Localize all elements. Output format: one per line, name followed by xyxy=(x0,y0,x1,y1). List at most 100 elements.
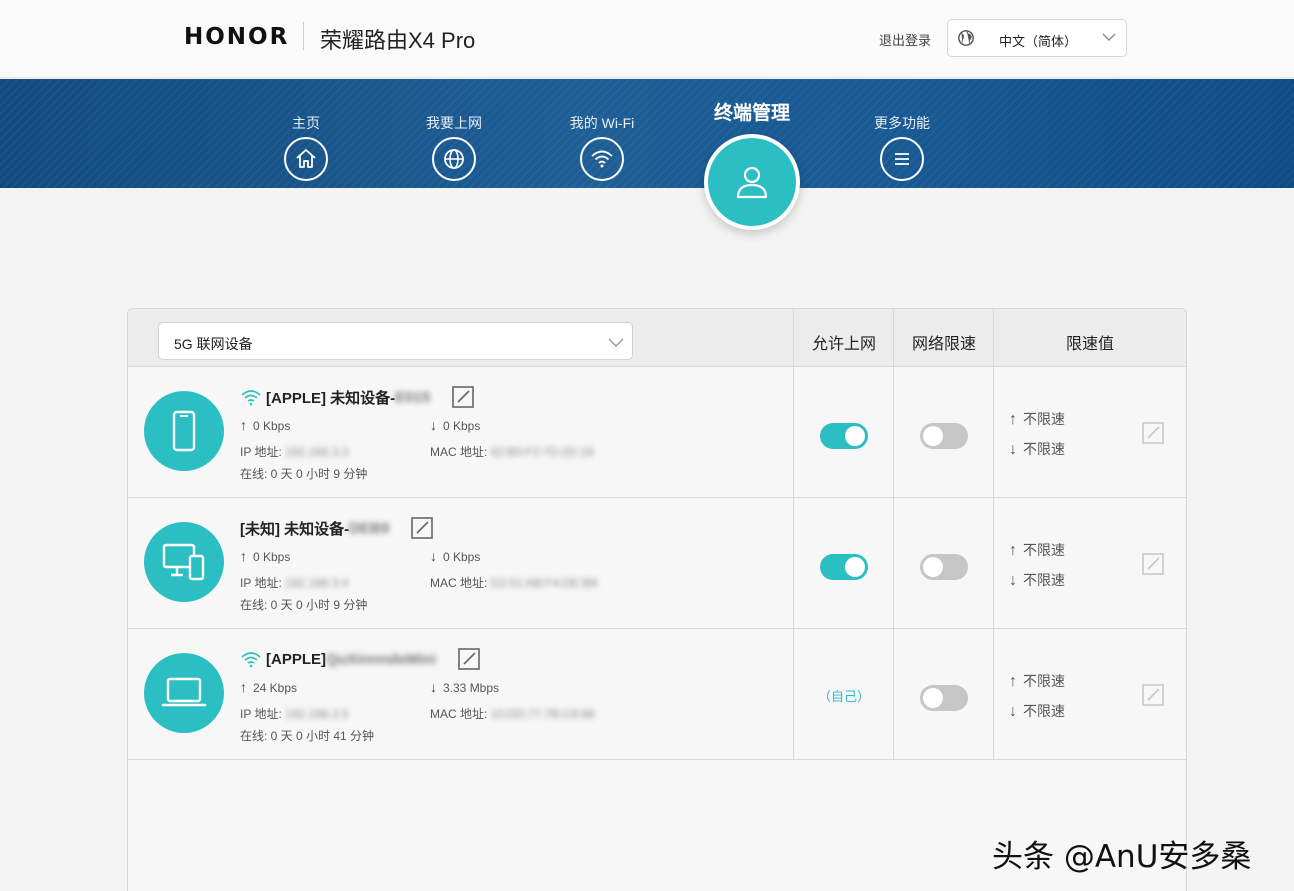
download-rate-value: 0 Kbps xyxy=(443,419,481,433)
wifi-icon xyxy=(241,390,261,406)
download-rate-value: 0 Kbps xyxy=(443,550,481,564)
phone-icon xyxy=(172,410,196,452)
mac-value: D2:51:AB:F4:DE:B9 xyxy=(490,576,598,590)
upload-rate: ↑ 0 Kbps xyxy=(240,417,290,433)
arrow-down-icon: ↓ xyxy=(430,417,437,433)
nav-home-label: 主页 xyxy=(292,115,320,131)
toggle-knob xyxy=(923,557,943,577)
ip-value: 192.168.3.5 xyxy=(285,707,349,721)
arrow-down-icon: ↓ xyxy=(1009,441,1017,458)
allow-internet-toggle[interactable] xyxy=(820,554,868,580)
toggle-knob xyxy=(923,688,943,708)
arrow-up-icon: ↑ xyxy=(240,548,247,564)
mac-address: MAC 地址: 62:B0:F2:7D:2D:19 xyxy=(430,443,593,460)
wifi-icon xyxy=(580,137,624,181)
toggle-knob xyxy=(845,557,865,577)
nav-wifi-label: 我的 Wi-Fi xyxy=(569,115,635,131)
device-name: [APPLE] 未知设备- E015 xyxy=(240,386,475,408)
download-rate: ↓ 3.33 Mbps xyxy=(430,679,499,695)
device-name-text: [未知] 未知设备- xyxy=(240,520,350,538)
device-name: [APPLE] QuXinnndeMini xyxy=(240,648,480,670)
arrow-down-icon: ↓ xyxy=(1009,703,1017,720)
upload-limit: ↑ 不限速 xyxy=(1009,409,1065,429)
device-name-text: [APPLE] xyxy=(266,650,326,668)
mac-label: MAC 地址: xyxy=(430,576,488,590)
nav-wifi[interactable]: 我的 Wi-Fi xyxy=(547,113,657,181)
speed-limit-toggle[interactable] xyxy=(920,423,968,449)
device-avatar xyxy=(144,653,224,733)
speed-limit-toggle[interactable] xyxy=(920,554,968,580)
device-name-text: [APPLE] 未知设备- xyxy=(266,389,396,407)
arrow-up-icon: ↑ xyxy=(240,417,247,433)
device-avatar xyxy=(144,391,224,471)
mac-label: MAC 地址: xyxy=(430,445,488,459)
table-row: [APPLE] 未知设备- E015 ↑ 0 Kbps ↓ 0 Kbps IP 地址:… xyxy=(128,367,1186,498)
mac-value: 10:DD:77:7B:C8:88 xyxy=(490,707,595,721)
nav-devices-label: 终端管理 xyxy=(713,103,790,124)
online-time: 在线: 0 天 0 小时 41 分钟 xyxy=(240,729,375,743)
logout-link[interactable]: 退出登录 xyxy=(879,30,931,49)
table-row: [APPLE] QuXinnndeMini ↑ 24 Kbps ↓ 3.33 Mbp… xyxy=(128,629,1186,760)
upload-limit-value: 不限速 xyxy=(1023,542,1065,558)
arrow-up-icon: ↑ xyxy=(1009,411,1017,428)
upload-limit: ↑ 不限速 xyxy=(1009,671,1065,691)
nav-band: 主页 我要上网 我的 Wi-Fi 更多功能 xyxy=(0,79,1294,188)
arrow-down-icon: ↓ xyxy=(1009,572,1017,589)
toggle-knob xyxy=(923,426,943,446)
device-name-suffix: DEB9 xyxy=(349,519,390,537)
upload-rate-value: 0 Kbps xyxy=(253,550,291,564)
ip-address: IP 地址: 192.168.3.3 xyxy=(240,443,349,460)
upload-limit-value: 不限速 xyxy=(1023,673,1065,689)
ip-label: IP 地址: xyxy=(240,707,282,721)
device-panel: 5G 联网设备 允许上网 网络限速 限速值 [APPLE] 未知设备- E015 … xyxy=(127,308,1187,891)
download-rate: ↓ 0 Kbps xyxy=(430,417,480,433)
home-icon xyxy=(284,137,328,181)
download-limit: ↓ 不限速 xyxy=(1009,439,1065,459)
edit-icon[interactable] xyxy=(458,648,480,670)
edit-icon[interactable] xyxy=(452,386,475,408)
col-value-header: 限速值 xyxy=(1065,336,1114,353)
devices-icon xyxy=(162,543,205,581)
nav-more[interactable]: 更多功能 xyxy=(847,113,957,181)
download-rate: ↓ 0 Kbps xyxy=(430,548,480,564)
upload-rate-value: 0 Kbps xyxy=(253,419,291,433)
arrow-up-icon: ↑ xyxy=(240,679,247,695)
table-row: [未知] 未知设备- DEB9 ↑ 0 Kbps ↓ 0 Kbps IP 地址: 19… xyxy=(128,498,1186,629)
ip-address: IP 地址: 192.168.3.5 xyxy=(240,705,349,722)
col-limit-header: 网络限速 xyxy=(911,336,976,353)
edit-icon[interactable] xyxy=(1142,422,1164,444)
globe-icon xyxy=(432,137,476,181)
upload-rate: ↑ 24 Kbps xyxy=(240,679,297,695)
online-time: 在线: 0 天 0 小时 9 分钟 xyxy=(240,598,368,612)
nav-internet[interactable]: 我要上网 xyxy=(399,113,509,181)
upload-limit: ↑ 不限速 xyxy=(1009,540,1065,560)
download-limit-value: 不限速 xyxy=(1023,441,1065,457)
edit-icon[interactable] xyxy=(1142,684,1164,706)
chevron-down-icon xyxy=(608,338,624,347)
mac-address: MAC 地址: 10:DD:77:7B:C8:88 xyxy=(430,705,595,722)
download-limit-value: 不限速 xyxy=(1023,572,1065,588)
language-select[interactable]: 中文（简体） xyxy=(947,19,1127,57)
allow-internet-toggle[interactable] xyxy=(820,423,868,449)
table-header: 5G 联网设备 允许上网 网络限速 限速值 xyxy=(128,309,1186,367)
upload-rate-value: 24 Kbps xyxy=(253,681,298,695)
arrow-up-icon: ↑ xyxy=(1009,542,1017,559)
band-select-value: 5G 联网设备 xyxy=(174,336,253,352)
edit-icon[interactable] xyxy=(1142,553,1164,575)
mac-address: MAC 地址: D2:51:AB:F4:DE:B9 xyxy=(430,574,597,591)
band-select[interactable]: 5G 联网设备 xyxy=(158,322,633,360)
nav-devices[interactable] xyxy=(704,134,800,230)
ip-label: IP 地址: xyxy=(240,576,282,590)
speed-limit-toggle[interactable] xyxy=(920,685,968,711)
device-name-suffix: E015 xyxy=(395,388,431,406)
edit-icon[interactable] xyxy=(411,517,433,539)
upload-limit-value: 不限速 xyxy=(1023,411,1065,427)
nav-home[interactable]: 主页 xyxy=(251,113,361,181)
arrow-up-icon: ↑ xyxy=(1009,673,1017,690)
mac-value: 62:B0:F2:7D:2D:19 xyxy=(490,445,594,459)
ip-value: 192.168.3.3 xyxy=(285,445,349,459)
ip-address: IP 地址: 192.168.3.4 xyxy=(240,574,349,591)
online-time: 在线: 0 天 0 小时 9 分钟 xyxy=(240,467,368,481)
toggle-knob xyxy=(845,426,865,446)
device-name: [未知] 未知设备- DEB9 xyxy=(240,517,433,539)
